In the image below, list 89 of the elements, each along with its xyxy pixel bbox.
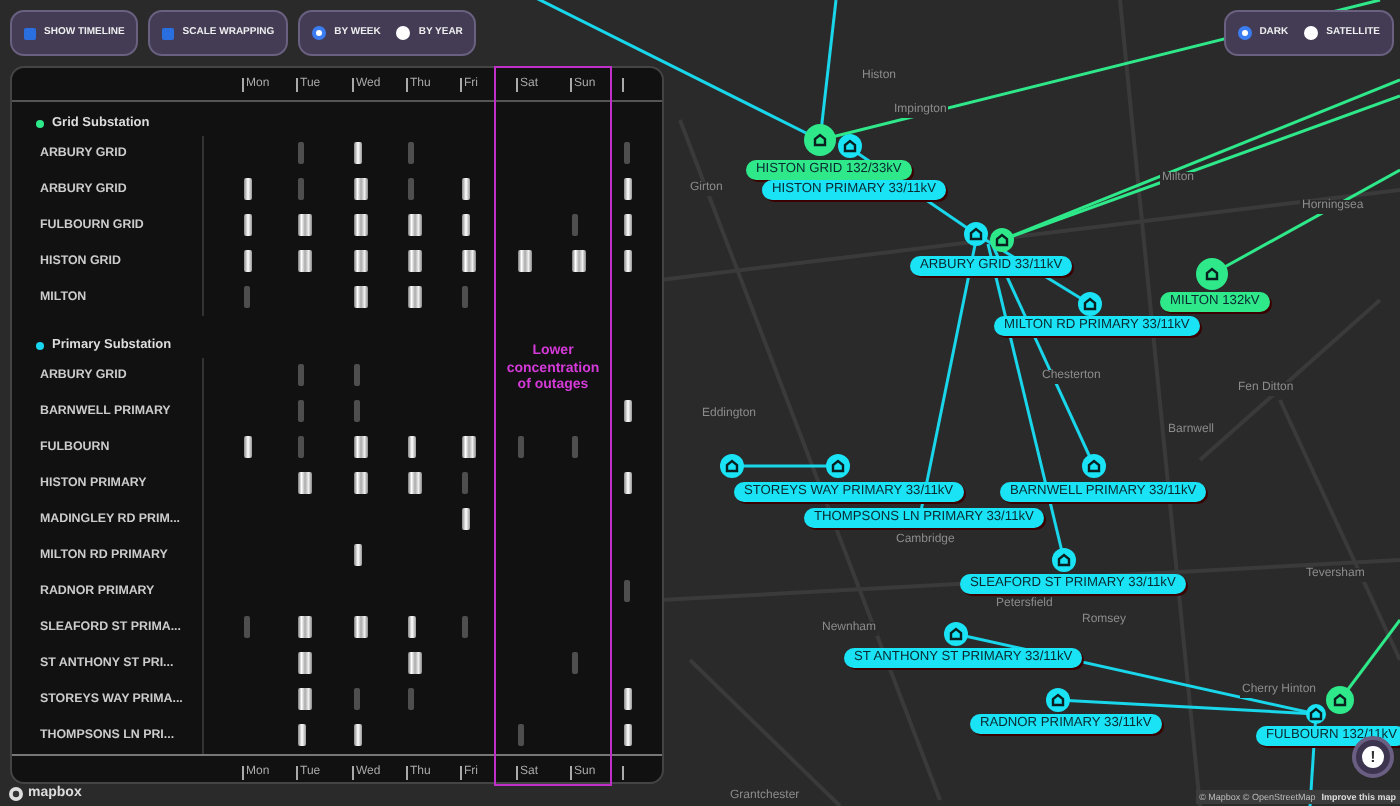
outage-mark <box>298 616 312 638</box>
substation-marker[interactable] <box>804 124 836 156</box>
outage-mark <box>354 250 368 272</box>
outage-mark <box>408 436 416 458</box>
substation-marker[interactable] <box>1196 258 1228 290</box>
substation-marker[interactable] <box>720 454 744 478</box>
outage-mark <box>298 472 312 494</box>
outage-mark <box>462 472 468 494</box>
outage-mark <box>624 688 632 710</box>
logo-icon <box>8 786 24 803</box>
outage-mark <box>408 616 416 638</box>
outage-mark <box>462 250 476 272</box>
outage-mark <box>462 616 468 638</box>
outage-mark <box>298 178 304 200</box>
outage-mark <box>354 436 368 458</box>
outage-mark <box>354 142 362 164</box>
outage-mark <box>572 652 578 674</box>
outage-mark <box>408 250 422 272</box>
outage-mark <box>354 688 360 710</box>
outage-mark <box>462 214 470 236</box>
outage-mark <box>298 250 312 272</box>
checkbox[interactable] <box>162 27 175 39</box>
radio-button[interactable] <box>396 26 411 40</box>
outage-mark <box>572 436 578 458</box>
outage-mark <box>624 178 632 200</box>
outage-mark <box>354 724 362 746</box>
outage-mark <box>354 616 368 638</box>
outage-mark <box>298 688 312 710</box>
feedback-button[interactable]: ! <box>1352 736 1394 778</box>
outage-mark <box>518 250 532 272</box>
radio-button[interactable] <box>1237 26 1252 40</box>
outage-mark <box>408 142 414 164</box>
outage-mark <box>298 142 304 164</box>
outage-mark <box>572 250 586 272</box>
outage-mark <box>354 286 368 308</box>
outage-mark <box>624 580 630 602</box>
outage-mark <box>572 214 578 236</box>
radio-button[interactable] <box>312 26 327 40</box>
outage-mark <box>354 400 360 422</box>
substation-marker[interactable] <box>838 134 862 158</box>
outage-mark <box>354 544 362 566</box>
outage-mark <box>354 214 368 236</box>
outage-mark <box>354 364 360 386</box>
substation-marker[interactable] <box>1052 548 1076 572</box>
outage-mark <box>244 214 252 236</box>
outage-mark <box>244 178 252 200</box>
outage-mark <box>354 178 368 200</box>
outage-mark <box>462 436 476 458</box>
outage-mark <box>298 724 306 746</box>
substation-marker[interactable] <box>1078 292 1102 316</box>
outage-mark <box>518 436 524 458</box>
checkbox[interactable] <box>24 27 36 39</box>
outage-mark <box>298 364 304 386</box>
outage-mark <box>298 214 312 236</box>
outage-mark <box>624 472 632 494</box>
outage-mark <box>408 214 422 236</box>
outage-mark <box>244 286 250 308</box>
substation-marker[interactable] <box>1326 686 1354 714</box>
outage-mark <box>624 250 632 272</box>
outage-mark <box>518 724 524 746</box>
outage-mark <box>354 472 368 494</box>
outage-mark <box>244 616 250 638</box>
substation-marker[interactable] <box>1082 454 1106 478</box>
outage-mark <box>624 214 632 236</box>
outage-mark <box>624 400 632 422</box>
outage-mark <box>408 286 422 308</box>
outage-mark <box>462 178 470 200</box>
outage-mark <box>624 142 630 164</box>
tick-mark <box>622 766 624 780</box>
outage-mark <box>244 250 252 272</box>
substation-marker[interactable] <box>944 622 968 646</box>
outage-mark <box>298 400 304 422</box>
outage-mark <box>624 724 632 746</box>
substation-marker[interactable] <box>964 222 988 246</box>
outage-mark <box>298 652 312 674</box>
substation-marker[interactable] <box>990 228 1014 252</box>
outage-mark <box>408 688 414 710</box>
outage-mark <box>408 472 422 494</box>
outage-mark <box>244 436 252 458</box>
outage-mark <box>408 178 414 200</box>
tick-mark <box>622 78 624 92</box>
outage-mark <box>298 436 304 458</box>
outage-mark <box>408 652 422 674</box>
substation-marker[interactable] <box>1046 688 1070 712</box>
substation-marker[interactable] <box>1306 704 1326 724</box>
outage-mark <box>462 508 470 530</box>
substation-marker[interactable] <box>826 454 850 478</box>
radio-button[interactable] <box>1304 26 1319 40</box>
outage-mark <box>462 286 468 308</box>
